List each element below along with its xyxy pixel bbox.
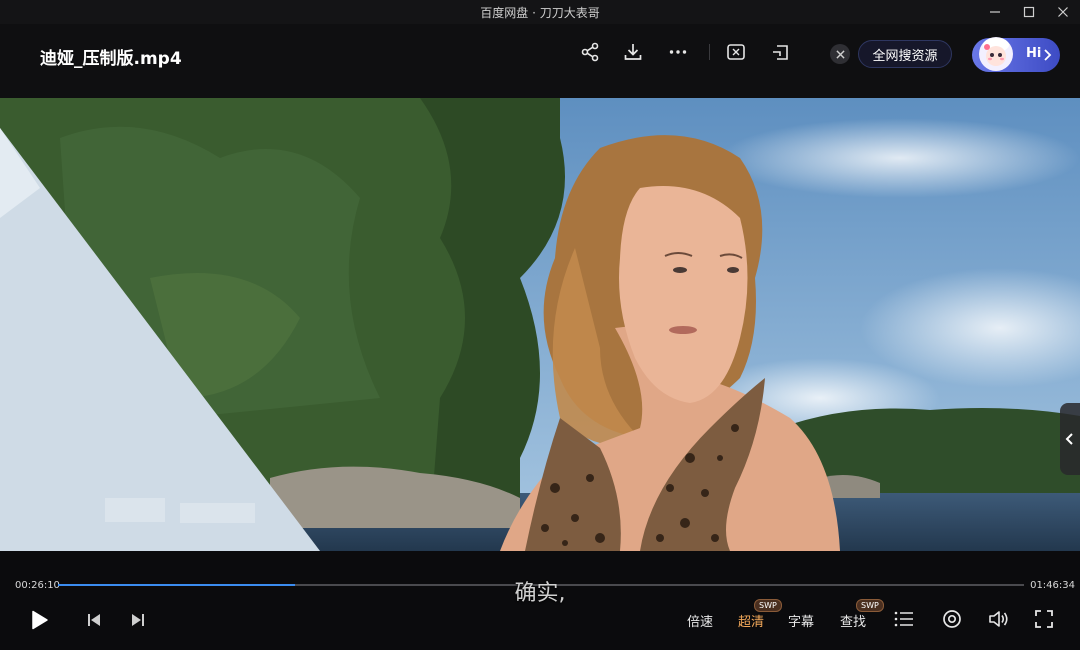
playlist-button[interactable] <box>894 610 914 628</box>
minimize-icon <box>990 11 1000 13</box>
download-icon <box>624 44 642 60</box>
total-time: 01:46:34 <box>1030 580 1075 591</box>
pip-icon <box>773 45 788 60</box>
assistant-avatar-icon <box>979 37 1013 71</box>
fullscreen-button[interactable] <box>1034 609 1054 629</box>
maximize-icon <box>1023 6 1035 18</box>
progress-bar[interactable] <box>58 584 1024 586</box>
assistant-label: Hi <box>1026 46 1042 61</box>
subtitle-text: 确实, <box>514 581 566 606</box>
assistant-button[interactable]: Hi <box>972 37 1060 72</box>
header-divider <box>709 44 710 60</box>
fullscreen-icon <box>1035 610 1053 628</box>
settings-icon <box>943 610 961 628</box>
minimize-button[interactable] <box>978 0 1012 24</box>
chevron-left-icon <box>1065 433 1073 445</box>
cast-icon <box>727 44 745 60</box>
maximize-button[interactable] <box>1012 0 1046 24</box>
quality-badge: SWP <box>754 599 782 612</box>
cast-button[interactable] <box>725 41 747 63</box>
skip-previous-icon <box>88 614 100 626</box>
picture-in-picture-button[interactable] <box>770 41 792 63</box>
more-button[interactable] <box>667 41 689 63</box>
quality-button[interactable]: 超清 <box>738 611 764 630</box>
share-button[interactable] <box>579 41 601 63</box>
side-panel-toggle[interactable] <box>1060 403 1080 475</box>
skip-next-icon <box>132 614 144 626</box>
player-header: 迪娅_压制版.mp4 全网搜资源 Hi <box>0 24 1080 98</box>
search-all-resources-button[interactable]: 全网搜资源 <box>858 40 952 68</box>
current-time: 00:26:10 <box>15 580 60 591</box>
subtitles-button[interactable]: 字幕 <box>788 611 814 630</box>
next-button[interactable] <box>130 612 146 628</box>
download-button[interactable] <box>622 41 644 63</box>
volume-button[interactable] <box>988 609 1010 629</box>
close-icon <box>1058 7 1068 17</box>
window-controls <box>978 0 1080 24</box>
list-icon <box>894 611 913 627</box>
close-window-button[interactable] <box>1046 0 1080 24</box>
window-title: 百度网盘 · 刀刀大表哥 <box>480 5 600 20</box>
file-title: 迪娅_压制版.mp4 <box>40 49 182 69</box>
close-icon <box>835 49 845 59</box>
speed-button[interactable]: 倍速 <box>687 611 713 630</box>
video-scene <box>0 98 1080 551</box>
play-icon <box>32 610 48 630</box>
volume-icon <box>989 611 1008 627</box>
chevron-right-icon <box>1044 49 1052 61</box>
settings-button[interactable] <box>942 609 962 629</box>
play-button[interactable] <box>28 609 50 631</box>
video-frame[interactable] <box>0 98 1080 551</box>
window-titlebar: 百度网盘 · 刀刀大表哥 <box>0 0 1080 24</box>
player-controls: 00:26:10 01:46:34 确实, 倍速 超清 SWP 字幕 查找 SW… <box>0 551 1080 650</box>
previous-button[interactable] <box>86 612 102 628</box>
find-badge: SWP <box>856 599 884 612</box>
close-search-button[interactable] <box>830 44 850 64</box>
progress-fill <box>58 584 295 586</box>
share-icon <box>581 42 599 62</box>
find-button[interactable]: 查找 <box>840 611 866 630</box>
more-icon <box>669 50 687 54</box>
